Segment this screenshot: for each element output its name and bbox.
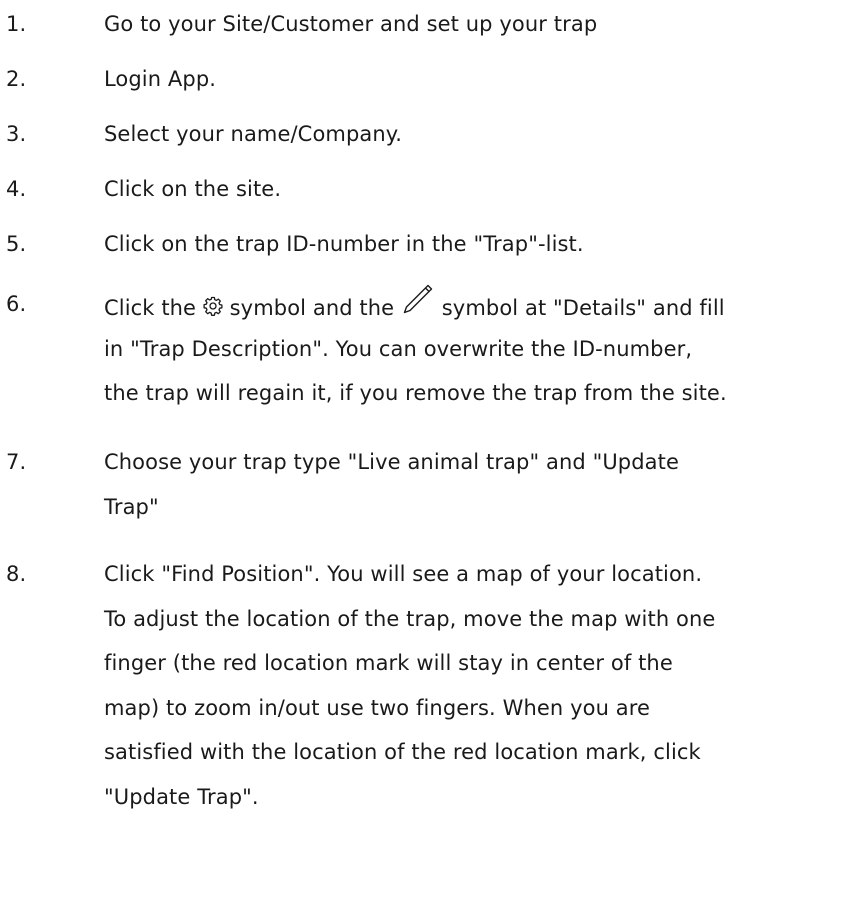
step-number: 2. <box>6 67 27 91</box>
step-number: 3. <box>6 122 27 146</box>
step-text: Click "Find Position". You will see a ma… <box>104 562 703 586</box>
step-text: satisfied with the location of the red l… <box>104 740 701 764</box>
step-number: 1. <box>6 12 27 36</box>
step-number: 8. <box>6 562 27 586</box>
step-text: map) to zoom in/out use two fingers. Whe… <box>104 695 651 720</box>
step-text: Choose your trap type "Live animal trap"… <box>104 450 679 474</box>
step-text: Trap" <box>104 494 159 519</box>
step-text: the trap will regain it, if you remove t… <box>104 381 727 405</box>
step-number: 7. <box>6 450 27 474</box>
step-number: 4. <box>6 177 27 201</box>
step-text: finger (the red location mark will stay … <box>104 651 673 675</box>
gear-icon <box>203 296 223 316</box>
step-text-part: symbol at "Details" and fill <box>434 296 725 320</box>
step-text: Click on the trap ID-number in the "Trap… <box>104 232 584 256</box>
step-number: 6. <box>6 292 27 316</box>
step-text: in "Trap Description". You can overwrite… <box>104 336 693 361</box>
step-text: Click on the site. <box>104 177 282 201</box>
pencil-icon <box>401 282 435 316</box>
step-text: Click the symbol and the symbol at "Deta… <box>104 282 859 327</box>
step-text: Go to your Site/Customer and set up your… <box>104 12 598 36</box>
step-text: "Update Trap". <box>104 784 259 809</box>
step-text: Select your name/Company. <box>104 122 403 146</box>
step-text-part: symbol and the <box>222 296 401 320</box>
step-text-part: Click the <box>104 296 203 320</box>
step-number: 5. <box>6 232 27 256</box>
step-text: Login App. <box>104 67 217 91</box>
step-text: To adjust the location of the trap, move… <box>104 606 716 631</box>
